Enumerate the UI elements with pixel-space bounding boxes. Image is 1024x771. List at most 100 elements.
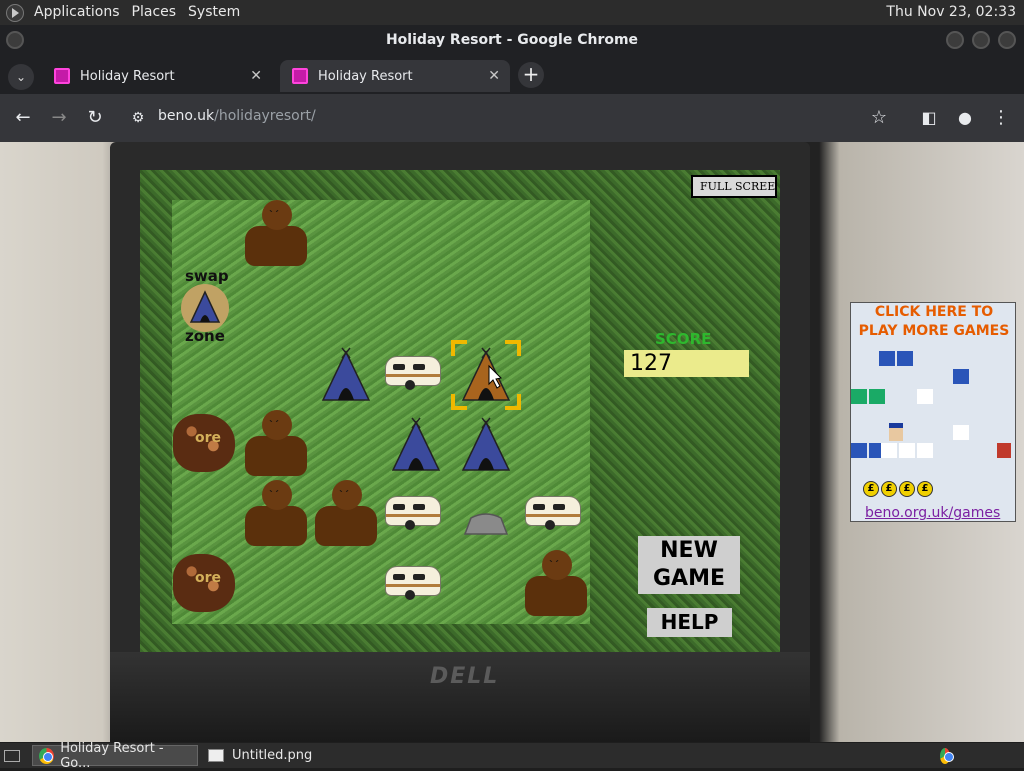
blue-tent-tile[interactable] <box>311 340 381 410</box>
blue-tent-icon <box>391 417 441 471</box>
browser-toolbar: ← → ↻ ⚙ beno.uk/holidayresort/ ☆ ◧ ● ⋮ <box>0 94 1024 142</box>
score-label: SCORE <box>655 330 712 348</box>
bear-face: `´ <box>269 210 279 221</box>
ad-block <box>899 443 915 458</box>
url-domain: beno.uk <box>158 108 215 124</box>
caravan-wheel <box>405 590 415 600</box>
window-title: Holiday Resort - Google Chrome <box>385 32 639 48</box>
tab-search-chevron-icon[interactable]: ⌄ <box>8 64 34 90</box>
ore-tile[interactable]: ore <box>171 410 241 480</box>
address-bar[interactable]: beno.uk/holidayresort/ <box>158 108 316 124</box>
caravan-tile[interactable] <box>521 480 591 550</box>
menu-applications[interactable]: Applications <box>28 0 126 25</box>
caravan-window <box>553 504 565 510</box>
chrome-icon <box>39 747 55 764</box>
ad-block <box>881 443 897 458</box>
coin-icon: £ <box>881 481 897 497</box>
tab-holiday-resort-2[interactable]: Holiday Resort ✕ <box>280 60 510 92</box>
fullscreen-button[interactable]: FULL SCREEN <box>691 175 777 198</box>
ad-block <box>917 389 933 404</box>
bear-tile[interactable]: `´ <box>521 550 591 620</box>
window-titlebar: Holiday Resort - Google Chrome <box>0 25 1024 56</box>
blue-tent-tile[interactable] <box>381 410 451 480</box>
caravan-stripe <box>386 514 440 517</box>
rock-icon <box>463 513 509 535</box>
ad-block <box>879 351 895 366</box>
image-file-icon <box>208 749 224 762</box>
minimize-icon[interactable] <box>946 31 964 49</box>
menu-places[interactable]: Places <box>126 0 183 25</box>
caravan-window <box>393 504 405 510</box>
chrome-menu-icon[interactable]: ⋮ <box>989 106 1013 130</box>
brown-tent-tile[interactable] <box>451 340 521 410</box>
caravan-window <box>393 364 405 370</box>
ad-block <box>869 389 885 404</box>
bear-face: `´ <box>269 490 279 501</box>
bear-tile[interactable]: `´ <box>241 480 311 550</box>
caravan-stripe <box>386 374 440 377</box>
tray-chrome-icon[interactable] <box>936 745 960 766</box>
caravan-window <box>413 504 425 510</box>
bear-tile[interactable]: `´ <box>311 480 381 550</box>
side-panel-icon[interactable]: ◧ <box>917 106 941 130</box>
reload-icon[interactable]: ↻ <box>83 106 107 130</box>
bear-icon <box>245 226 307 266</box>
taskbar: Holiday Resort - Go... Untitled.png <box>0 741 1024 771</box>
tab-close-icon[interactable]: ✕ <box>250 68 262 84</box>
show-desktop-icon[interactable] <box>2 745 24 766</box>
rock-tile[interactable] <box>451 480 521 550</box>
bear-icon <box>315 506 377 546</box>
page-content: DELL `´ ore `´ `´ `´ ore `´ FULL SCREEN swap z… <box>0 142 1024 742</box>
new-game-button[interactable]: NEW GAME <box>638 536 740 594</box>
taskbar-item-chrome[interactable]: Holiday Resort - Go... <box>32 741 198 771</box>
blue-tent-icon <box>461 417 511 471</box>
top-panel: Applications Places System Thu Nov 23, 0… <box>0 0 1024 25</box>
swap-zone[interactable] <box>181 284 229 332</box>
more-games-ad[interactable]: CLICK HERE TO PLAY MORE GAMES £ £ £ £ be… <box>850 302 1016 522</box>
bear-icon <box>525 576 587 616</box>
bear-icon <box>245 506 307 546</box>
ad-character-icon <box>889 423 903 441</box>
bear-face: `´ <box>269 420 279 431</box>
applications-logo-icon[interactable] <box>6 3 24 22</box>
taskbar-item-image[interactable]: Untitled.png <box>202 745 372 766</box>
panel-clock[interactable]: Thu Nov 23, 02:33 <box>886 0 1016 25</box>
back-icon[interactable]: ← <box>11 106 35 130</box>
ad-block <box>953 425 969 440</box>
caravan-tile[interactable] <box>381 340 451 410</box>
tab-holiday-resort-1[interactable]: Holiday Resort ✕ <box>42 60 272 92</box>
caravan-tile[interactable] <box>381 550 451 620</box>
bear-tile[interactable]: `´ <box>241 200 311 270</box>
more-games-link[interactable]: beno.org.uk/games <box>865 505 1000 521</box>
help-button[interactable]: HELP <box>647 608 732 637</box>
profile-icon[interactable]: ● <box>953 106 977 130</box>
tab-label: Holiday Resort <box>318 68 413 84</box>
caravan-wheel <box>405 520 415 530</box>
bear-tile[interactable]: `´ <box>241 410 311 480</box>
site-info-icon[interactable]: ⚙ <box>126 106 150 130</box>
menu-system[interactable]: System <box>182 0 246 25</box>
bear-face: `´ <box>549 560 559 571</box>
coin-icon: £ <box>917 481 933 497</box>
swap-zone-label-bottom: zone <box>185 327 225 345</box>
maximize-icon[interactable] <box>972 31 990 49</box>
caravan-window <box>413 364 425 370</box>
caravan-wheel <box>545 520 555 530</box>
bear-icon <box>245 436 307 476</box>
tent-icon <box>189 290 221 323</box>
forward-icon[interactable]: → <box>47 106 71 130</box>
favicon-icon <box>54 68 70 84</box>
new-tab-button[interactable]: + <box>518 62 544 88</box>
window-menu-icon[interactable] <box>6 31 24 49</box>
ore-label: ore <box>195 570 222 586</box>
blue-tent-tile[interactable] <box>451 410 521 480</box>
chrome-icon <box>940 747 954 764</box>
tab-close-icon[interactable]: ✕ <box>488 68 500 84</box>
window-close-icon[interactable] <box>998 31 1016 49</box>
caravan-window <box>393 574 405 580</box>
ad-title-line1: CLICK HERE TO <box>874 304 994 320</box>
caravan-tile[interactable] <box>381 480 451 550</box>
bookmark-star-icon[interactable]: ☆ <box>867 106 891 130</box>
new-game-line1: NEW <box>660 538 718 563</box>
ore-tile[interactable]: ore <box>171 550 241 620</box>
